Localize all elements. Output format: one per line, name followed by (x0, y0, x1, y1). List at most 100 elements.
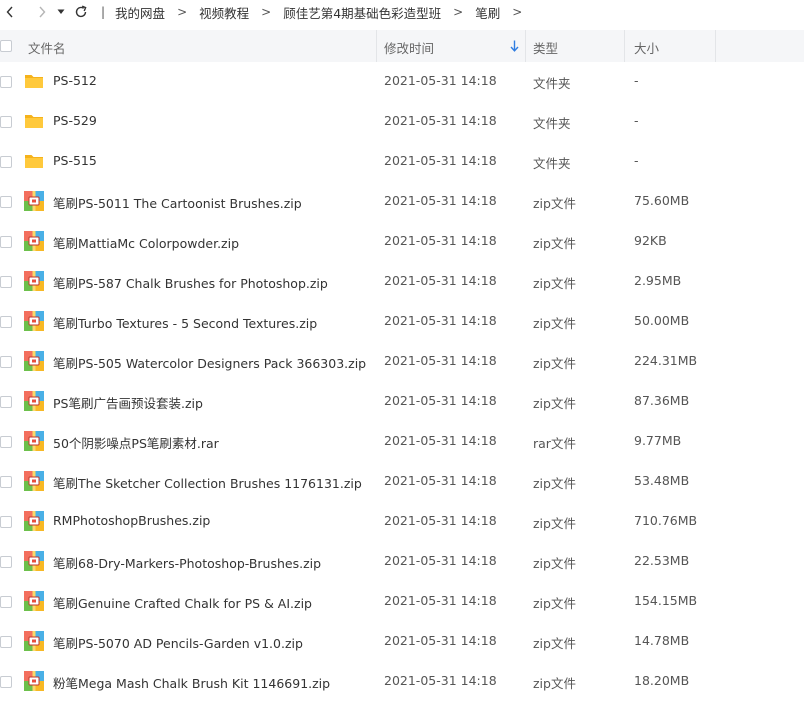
breadcrumb-separator: > (512, 5, 523, 19)
row-checkbox[interactable] (0, 396, 12, 408)
file-row[interactable]: 笔刷PS-505 Watercolor Designers Pack 36630… (0, 342, 804, 382)
row-checkbox[interactable] (0, 276, 12, 288)
row-checkbox[interactable] (0, 676, 12, 688)
file-size: - (634, 73, 639, 88)
breadcrumb-item-course[interactable]: 顾佳艺第4期基础色彩造型班 (283, 3, 441, 22)
file-modified: 2021-05-31 14:18 (384, 593, 497, 608)
column-header-name[interactable]: 文件名 (28, 38, 66, 57)
file-type: zip文件 (533, 556, 576, 571)
file-row[interactable]: 笔刷The Sketcher Collection Brushes 117613… (0, 462, 804, 502)
file-row[interactable]: 笔刷Genuine Crafted Chalk for PS & AI.zip 2… (0, 582, 804, 622)
column-divider[interactable] (525, 30, 526, 62)
archive-icon (24, 511, 44, 531)
file-type: 文件夹 (533, 116, 571, 131)
file-modified: 2021-05-31 14:18 (384, 513, 497, 528)
file-name[interactable]: 笔刷The Sketcher Collection Brushes 117613… (53, 473, 362, 492)
back-button[interactable] (0, 0, 20, 24)
file-row[interactable]: PS-515 2021-05-31 14:18 文件夹 - (0, 142, 804, 182)
file-name[interactable]: 笔刷PS-5011 The Cartoonist Brushes.zip (53, 193, 302, 212)
file-modified: 2021-05-31 14:18 (384, 233, 497, 248)
file-modified: 2021-05-31 14:18 (384, 393, 497, 408)
file-row[interactable]: 笔刷Turbo Textures - 5 Second Textures.zip… (0, 302, 804, 342)
refresh-icon (75, 5, 87, 18)
row-checkbox[interactable] (0, 636, 12, 648)
file-modified: 2021-05-31 14:18 (384, 633, 497, 648)
breadcrumb-item-video-tutorials[interactable]: 视频教程 (199, 3, 249, 22)
file-row[interactable]: 笔刷PS-587 Chalk Brushes for Photoshop.zip… (0, 262, 804, 302)
row-checkbox[interactable] (0, 356, 12, 368)
folder-icon (25, 75, 43, 88)
column-divider[interactable] (376, 30, 377, 62)
file-row[interactable]: 笔刷MattiaMc Colorpowder.zip 2021-05-31 14:… (0, 222, 804, 262)
file-type: zip文件 (533, 476, 576, 491)
select-all-checkbox[interactable] (0, 40, 12, 52)
file-type: rar文件 (533, 436, 576, 451)
file-name[interactable]: PS-512 (53, 73, 97, 88)
file-type: zip文件 (533, 516, 576, 531)
file-row[interactable]: RMPhotoshopBrushes.zip 2021-05-31 14:18 zi… (0, 502, 804, 542)
file-row[interactable]: PS笔刷广告画预设套装.zip 2021-05-31 14:18 zip文件 87.3… (0, 382, 804, 422)
file-name[interactable]: 粉笔Mega Mash Chalk Brush Kit 1146691.zip (53, 673, 330, 692)
file-name[interactable]: RMPhotoshopBrushes.zip (53, 513, 210, 528)
archive-icon (24, 231, 44, 251)
file-type: zip文件 (533, 636, 576, 651)
folder-icon (25, 155, 43, 168)
archive-icon (24, 191, 44, 211)
row-checkbox[interactable] (0, 76, 12, 88)
caret-down-icon (57, 9, 65, 14)
file-name[interactable]: PS笔刷广告画预设套装.zip (53, 393, 203, 412)
file-modified: 2021-05-31 14:18 (384, 673, 497, 688)
file-size: - (634, 113, 639, 128)
file-modified: 2021-05-31 14:18 (384, 153, 497, 168)
file-name[interactable]: 笔刷PS-587 Chalk Brushes for Photoshop.zip (53, 273, 328, 292)
file-row[interactable]: 笔刷68-Dry-Markers-Photoshop-Brushes.zip 20… (0, 542, 804, 582)
file-size: - (634, 153, 639, 168)
history-dropdown-button[interactable] (55, 0, 67, 24)
column-divider[interactable] (715, 30, 716, 62)
chevron-left-icon (6, 6, 13, 18)
row-checkbox[interactable] (0, 196, 12, 208)
file-row[interactable]: PS-529 2021-05-31 14:18 文件夹 - (0, 102, 804, 142)
forward-button[interactable] (32, 0, 52, 24)
file-name[interactable]: 50个阴影噪点PS笔刷素材.rar (53, 433, 219, 452)
file-type: zip文件 (533, 316, 576, 331)
row-checkbox[interactable] (0, 476, 12, 488)
file-row[interactable]: 粉笔Mega Mash Chalk Brush Kit 1146691.zip 2… (0, 662, 804, 702)
row-checkbox[interactable] (0, 316, 12, 328)
file-size: 710.76MB (634, 513, 698, 528)
row-checkbox[interactable] (0, 596, 12, 608)
column-header-type[interactable]: 类型 (533, 38, 558, 57)
file-name[interactable]: 笔刷68-Dry-Markers-Photoshop-Brushes.zip (53, 553, 321, 572)
row-checkbox[interactable] (0, 236, 12, 248)
file-name[interactable]: PS-515 (53, 153, 97, 168)
file-row[interactable]: 笔刷PS-5011 The Cartoonist Brushes.zip 2021… (0, 182, 804, 222)
column-header-modified[interactable]: 修改时间 (384, 38, 434, 57)
file-modified: 2021-05-31 14:18 (384, 433, 497, 448)
row-checkbox[interactable] (0, 156, 12, 168)
file-name[interactable]: 笔刷PS-5070 AD Pencils-Garden v1.0.zip (53, 633, 303, 652)
breadcrumb-item-my-drive[interactable]: 我的网盘 (115, 3, 165, 22)
file-row[interactable]: 50个阴影噪点PS笔刷素材.rar 2021-05-31 14:18 rar文件 9.… (0, 422, 804, 462)
breadcrumb-item-brushes[interactable]: 笔刷 (475, 3, 500, 22)
row-checkbox[interactable] (0, 116, 12, 128)
file-size: 154.15MB (634, 593, 698, 608)
file-name[interactable]: 笔刷MattiaMc Colorpowder.zip (53, 233, 239, 252)
column-divider[interactable] (624, 30, 625, 62)
file-name[interactable]: PS-529 (53, 113, 97, 128)
row-checkbox[interactable] (0, 516, 12, 528)
row-checkbox[interactable] (0, 436, 12, 448)
folder-icon (25, 115, 43, 128)
file-name[interactable]: 笔刷Genuine Crafted Chalk for PS & AI.zip (53, 593, 312, 612)
file-size: 9.77MB (634, 433, 682, 448)
row-checkbox[interactable] (0, 556, 12, 568)
file-row[interactable]: PS-512 2021-05-31 14:18 文件夹 - (0, 62, 804, 102)
sort-descending-icon[interactable] (510, 40, 519, 52)
archive-icon (24, 551, 44, 571)
file-modified: 2021-05-31 14:18 (384, 473, 497, 488)
file-row[interactable]: 笔刷PS-5070 AD Pencils-Garden v1.0.zip 2021… (0, 622, 804, 662)
file-name[interactable]: 笔刷PS-505 Watercolor Designers Pack 36630… (53, 353, 366, 372)
file-name[interactable]: 笔刷Turbo Textures - 5 Second Textures.zip (53, 313, 317, 332)
file-modified: 2021-05-31 14:18 (384, 73, 497, 88)
column-header-size[interactable]: 大小 (634, 38, 659, 57)
refresh-button[interactable] (73, 0, 89, 24)
